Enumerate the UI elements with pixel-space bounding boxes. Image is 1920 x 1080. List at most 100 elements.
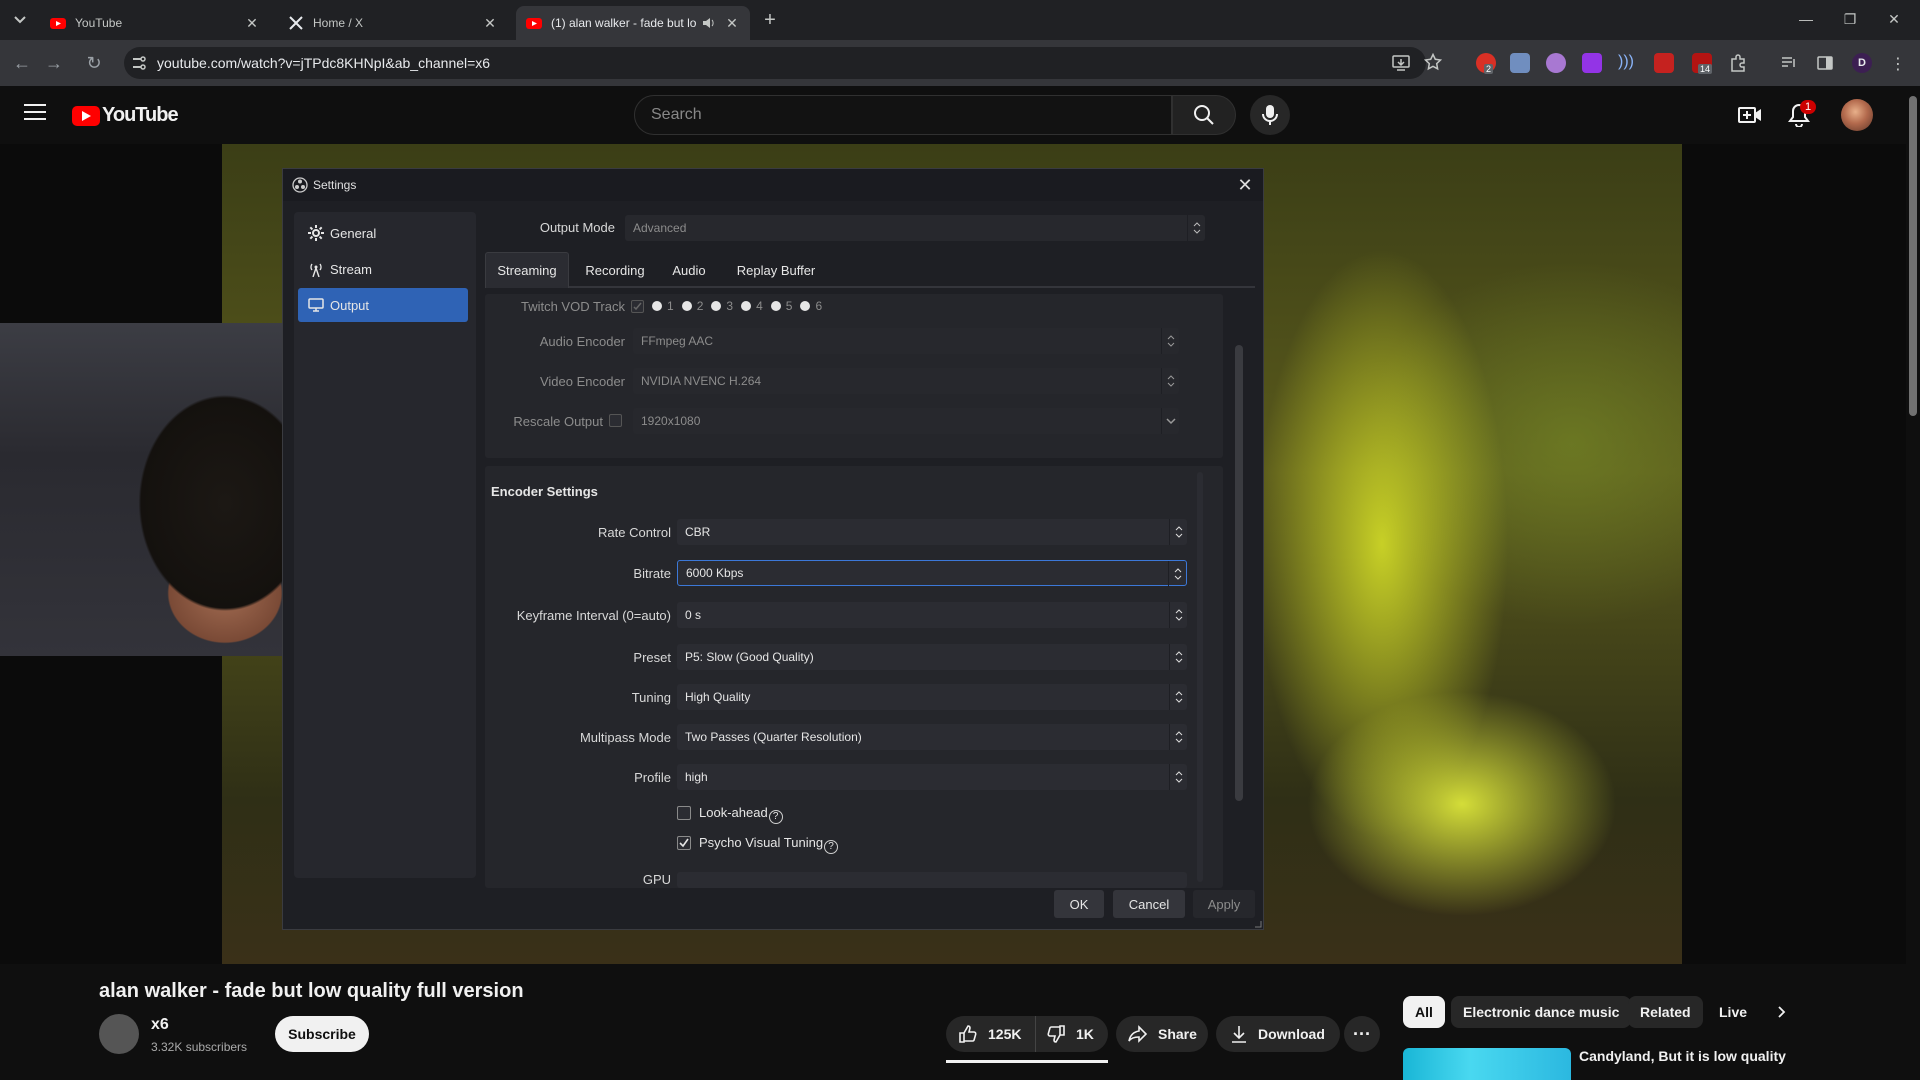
- install-app-icon[interactable]: [1392, 54, 1410, 72]
- tab-replay-buffer[interactable]: Replay Buffer: [723, 252, 829, 288]
- browser-tab-x[interactable]: Home / X ✕: [278, 6, 508, 40]
- bitrate-spinbox[interactable]: 6000 Kbps: [677, 560, 1187, 587]
- dialog-titlebar[interactable]: Settings ✕: [283, 169, 1263, 201]
- chevron-right-icon[interactable]: [1770, 996, 1794, 1028]
- side-panel-icon[interactable]: [1816, 54, 1834, 72]
- subscribe-button[interactable]: Subscribe: [275, 1016, 369, 1052]
- encoder-scrollbar[interactable]: [1197, 472, 1203, 882]
- apply-button[interactable]: Apply: [1193, 890, 1255, 918]
- track-radio[interactable]: [681, 301, 692, 311]
- extension-icon-5[interactable]: ))): [1618, 53, 1638, 73]
- share-button[interactable]: Share: [1116, 1016, 1208, 1052]
- sidebar-item-general[interactable]: General: [298, 216, 468, 250]
- like-button[interactable]: 125K: [946, 1016, 1036, 1052]
- track-radio[interactable]: [741, 301, 752, 311]
- account-avatar[interactable]: [1841, 99, 1873, 131]
- youtube-logo[interactable]: YouTube: [72, 104, 179, 127]
- url-text: youtube.com/watch?v=jTPdc8KHNpI&ab_chann…: [157, 55, 491, 71]
- close-window-icon[interactable]: ✕: [1874, 8, 1914, 30]
- track-radio[interactable]: [800, 301, 811, 311]
- search-input[interactable]: Search: [634, 95, 1172, 135]
- close-tab-icon[interactable]: ✕: [482, 15, 498, 31]
- site-info-icon[interactable]: [131, 55, 147, 71]
- chip-electronic-dance-music[interactable]: Electronic dance music: [1451, 996, 1632, 1028]
- media-controls-icon[interactable]: [1780, 54, 1798, 72]
- preset-select[interactable]: P5: Slow (Good Quality): [677, 644, 1187, 670]
- recommended-video-title[interactable]: Candyland, But it is low quality: [1579, 1048, 1786, 1064]
- extension-icon-4[interactable]: [1582, 53, 1602, 73]
- speaker-icon[interactable]: [702, 16, 716, 30]
- multipass-mode-label: Multipass Mode: [579, 730, 671, 745]
- updown-icon: [1169, 764, 1187, 790]
- channel-avatar[interactable]: [99, 1014, 139, 1054]
- look-ahead-label: Look-ahead?: [699, 805, 783, 824]
- preset-value: P5: Slow (Good Quality): [685, 650, 814, 664]
- content-scrollbar[interactable]: [1235, 345, 1243, 801]
- track-radio[interactable]: [711, 301, 722, 311]
- twitch-vod-checkbox[interactable]: [631, 299, 644, 313]
- restore-icon[interactable]: ❐: [1830, 8, 1870, 30]
- search-placeholder: Search: [651, 106, 702, 123]
- track-radio[interactable]: [770, 301, 781, 311]
- rate-control-select[interactable]: CBR: [677, 519, 1187, 545]
- back-icon[interactable]: ←: [10, 51, 34, 75]
- sidebar-item-output[interactable]: Output: [298, 288, 468, 322]
- close-tab-icon[interactable]: ✕: [244, 15, 260, 31]
- notification-badge: 1: [1800, 100, 1817, 114]
- forward-icon[interactable]: →: [42, 51, 66, 75]
- new-tab-button[interactable]: +: [758, 8, 782, 32]
- more-actions-button[interactable]: ···: [1344, 1016, 1380, 1052]
- rescale-output-checkbox[interactable]: [609, 414, 622, 427]
- ok-button[interactable]: OK: [1054, 890, 1104, 918]
- reload-icon[interactable]: ↻: [82, 51, 106, 75]
- extensions-puzzle-icon[interactable]: [1728, 53, 1748, 73]
- close-icon[interactable]: ✕: [1235, 175, 1255, 195]
- dislike-button[interactable]: 1K: [1036, 1016, 1108, 1052]
- rescale-output-select[interactable]: 1920x1080: [633, 408, 1179, 434]
- keyframe-interval-spinbox[interactable]: 0 s: [677, 602, 1187, 628]
- tab-recording[interactable]: Recording: [575, 252, 655, 288]
- stepper-arrows-icon[interactable]: [1168, 561, 1186, 587]
- page-scrollbar[interactable]: [1906, 86, 1920, 1080]
- extension-icon-6[interactable]: [1654, 53, 1674, 73]
- channel-name[interactable]: x6: [151, 1016, 169, 1034]
- stepper-arrows-icon[interactable]: [1169, 602, 1187, 628]
- close-tab-icon[interactable]: ✕: [724, 15, 740, 31]
- menu-icon[interactable]: [24, 104, 46, 122]
- profile-avatar[interactable]: D: [1852, 53, 1872, 73]
- browser-tab-youtube[interactable]: YouTube ✕: [40, 6, 270, 40]
- multipass-mode-select[interactable]: Two Passes (Quarter Resolution): [677, 724, 1187, 750]
- extension-icon-2[interactable]: [1510, 53, 1530, 73]
- chip-all[interactable]: All: [1403, 996, 1445, 1028]
- track-radio[interactable]: [652, 301, 662, 311]
- recommended-thumbnail[interactable]: [1403, 1048, 1571, 1080]
- help-icon[interactable]: ?: [824, 839, 839, 854]
- extension-icon-3[interactable]: [1546, 53, 1566, 73]
- minimize-icon[interactable]: —: [1786, 8, 1826, 30]
- chip-related[interactable]: Related: [1628, 996, 1703, 1028]
- psycho-visual-tuning-checkbox[interactable]: [677, 836, 691, 850]
- gpu-spinbox[interactable]: [677, 872, 1187, 888]
- voice-search-button[interactable]: [1250, 95, 1290, 135]
- tab-audio[interactable]: Audio: [659, 252, 719, 288]
- bookmark-star-icon[interactable]: [1424, 53, 1442, 71]
- tab-search-button[interactable]: [8, 10, 32, 30]
- profile-select[interactable]: high: [677, 764, 1187, 790]
- keyframe-interval-value: 0 s: [685, 608, 702, 622]
- chip-live[interactable]: Live: [1713, 996, 1753, 1028]
- help-icon[interactable]: ?: [768, 809, 783, 824]
- output-mode-select[interactable]: Advanced: [625, 215, 1205, 241]
- browser-tab-active[interactable]: (1) alan walker - fade but lo ✕: [516, 6, 750, 40]
- create-video-button[interactable]: [1737, 102, 1763, 128]
- browser-menu-icon[interactable]: ⋮: [1890, 54, 1906, 74]
- audio-encoder-select[interactable]: FFmpeg AAC: [633, 328, 1179, 354]
- download-button[interactable]: Download: [1216, 1016, 1340, 1052]
- cancel-button[interactable]: Cancel: [1113, 890, 1185, 918]
- tab-streaming[interactable]: Streaming: [485, 252, 569, 288]
- search-button[interactable]: [1172, 95, 1236, 135]
- tuning-select[interactable]: High Quality: [677, 684, 1187, 710]
- video-encoder-select[interactable]: NVIDIA NVENC H.264: [633, 368, 1179, 394]
- resize-grip-icon[interactable]: [1252, 918, 1262, 928]
- look-ahead-checkbox[interactable]: [677, 806, 691, 820]
- sidebar-item-stream[interactable]: Stream: [298, 252, 468, 286]
